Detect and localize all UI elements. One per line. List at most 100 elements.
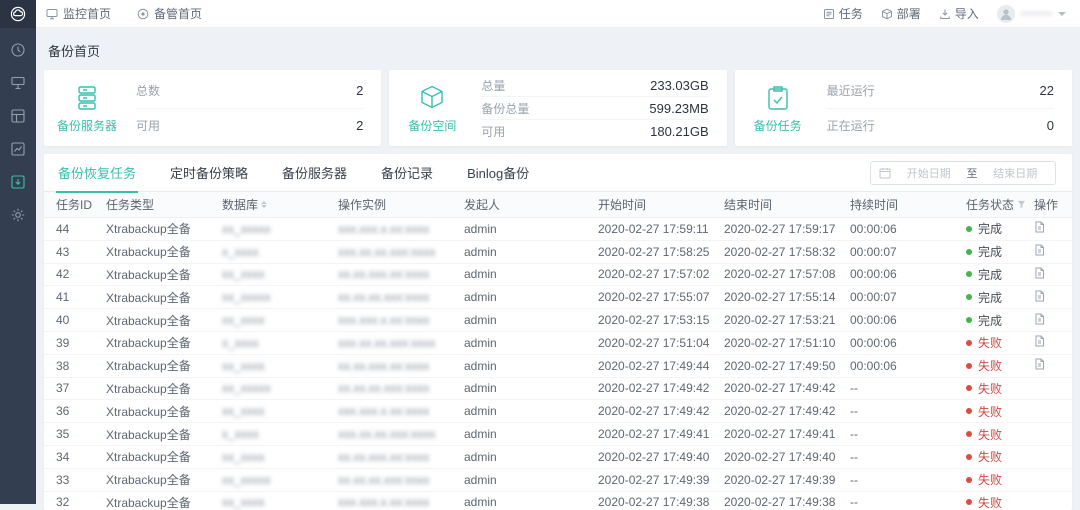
nav-label: 监控首页 [63,5,111,22]
stat-row: 可用 2 [136,108,363,143]
cell-end-time: 2020-02-27 17:49:42 [724,404,850,418]
stat-value: 2 [356,83,363,98]
import-button[interactable]: 导入 [939,5,979,22]
cell-duration: 00:00:07 [850,245,966,259]
cell-status: 失败 [966,426,1034,443]
table-row[interactable]: 43 Xtrabackup全备 x_xxxx xxx.xx.xx.xxx:xxx… [44,241,1072,264]
table-row[interactable]: 32 Xtrabackup全备 xx_xxxx xxx.xxx.x.xx:xxx… [44,492,1072,510]
table-row[interactable]: 34 Xtrabackup全备 xx_xxxx xx.xx.xxx.xx:xxx… [44,446,1072,469]
cloud-logo-icon [9,6,27,22]
nav-backup-home[interactable]: 备管首页 [137,5,202,22]
cell-status: 失败 [966,494,1034,510]
status-text: 失败 [978,403,1002,420]
cell-task-type: Xtrabackup全备 [106,357,222,374]
table-row[interactable]: 39 Xtrabackup全备 x_xxxx xxx.xx.xx.xxx:xxx… [44,332,1072,355]
col-status[interactable]: 任务状态 [966,196,1034,213]
page-title: 备份首页 [36,28,1080,70]
avatar [997,5,1015,23]
cell-status: 失败 [966,334,1034,351]
col-start-time: 开始时间 [598,196,724,213]
app-logo[interactable] [0,0,36,28]
tasks-button[interactable]: 任务 [823,5,863,22]
col-initiator: 发起人 [464,196,598,213]
card-backup-servers: 备份服务器 总数 2 可用 2 [44,70,381,146]
log-detail-icon[interactable] [1034,244,1045,256]
cell-instance: xxx.xxx.x.xx:xxxx [338,495,464,509]
stat-row: 总数 2 [136,74,363,108]
table-row[interactable]: 42 Xtrabackup全备 xx_xxxx xx.xx.xxx.xx:xxx… [44,264,1072,287]
table-row[interactable]: 35 Xtrabackup全备 x_xxxx xxx.xx.xx.xxx:xxx… [44,423,1072,446]
cell-duration: 00:00:07 [850,290,966,304]
status-text: 完成 [978,243,1002,260]
sidebar-item-backup[interactable] [4,170,32,194]
cell-status: 失败 [966,448,1034,465]
deploy-button[interactable]: 部署 [881,5,921,22]
stat-value: 599.23MB [649,101,708,116]
table-body: 44 Xtrabackup全备 xx_xxxxx xxx.xxx.x.xx:xx… [44,218,1072,510]
status-dot [966,226,972,232]
cell-start-time: 2020-02-27 17:49:41 [598,427,724,441]
log-detail-icon[interactable] [1034,221,1045,233]
status-dot [966,454,972,460]
sidebar-item-databases[interactable] [4,104,32,128]
table-row[interactable]: 33 Xtrabackup全备 xx_xxxxx xx.xx.xx.xxx:xx… [44,469,1072,492]
action-label: 部署 [897,5,921,22]
table-row[interactable]: 37 Xtrabackup全备 xx_xxxxx xx.xx.xx.xxx:xx… [44,378,1072,401]
sidebar-item-dashboard[interactable] [4,38,32,62]
filter-icon[interactable] [1017,200,1026,209]
sort-icon[interactable] [261,201,267,208]
cell-actions [1034,313,1060,328]
cell-instance: xxx.xxx.x.xx:xxxx [338,313,464,327]
table-row[interactable]: 38 Xtrabackup全备 xx_xxxx xx.xx.xxx.xx:xxx… [44,355,1072,378]
table-row[interactable]: 40 Xtrabackup全备 xx_xxxx xxx.xxx.x.xx:xxx… [44,309,1072,332]
tab[interactable]: 备份服务器 [280,154,349,193]
sidebar-item-hosts[interactable] [4,71,32,95]
status-text: 失败 [978,380,1002,397]
start-date-placeholder: 开始日期 [897,165,961,181]
sidebar-item-settings[interactable] [4,203,32,227]
cell-start-time: 2020-02-27 17:49:40 [598,450,724,464]
status-dot [966,317,972,323]
log-detail-icon[interactable] [1034,267,1045,279]
log-detail-icon[interactable] [1034,290,1045,302]
stat-label: 总数 [136,82,160,99]
cell-task-type: Xtrabackup全备 [106,380,222,397]
col-duration: 持续时间 [850,196,966,213]
table-row[interactable]: 41 Xtrabackup全备 xx_xxxxx xx.xx.xx.xxx:xx… [44,286,1072,309]
table-header: 任务ID 任务类型 数据库 操作实例 发起人 开始时间 结束时间 持续时间 任务… [44,192,1072,218]
log-detail-icon[interactable] [1034,358,1045,370]
cell-database: xx_xxxxx [222,473,338,487]
cell-end-time: 2020-02-27 17:49:38 [724,495,850,509]
nav-monitor-home[interactable]: 监控首页 [46,5,111,22]
status-text: 完成 [978,312,1002,329]
user-menu[interactable]: ──── [997,5,1066,23]
table-row[interactable]: 36 Xtrabackup全备 xx_xxxx xxx.xxx.x.xx:xxx… [44,400,1072,423]
cell-status: 失败 [966,380,1034,397]
cell-status: 完成 [966,266,1034,283]
cell-end-time: 2020-02-27 17:58:32 [724,245,850,259]
cell-task-id: 32 [56,495,106,509]
cell-status: 完成 [966,220,1034,237]
tab[interactable]: 备份恢复任务 [56,154,138,193]
cell-start-time: 2020-02-27 17:49:44 [598,359,724,373]
log-detail-icon[interactable] [1034,313,1045,325]
cell-initiator: admin [464,450,598,464]
backup-panel: 备份恢复任务 定时备份策略 备份服务器 备份记录 Binlog备份 [44,154,1072,510]
col-database[interactable]: 数据库 [222,196,338,213]
table-row[interactable]: 44 Xtrabackup全备 xx_xxxxx xxx.xxx.x.xx:xx… [44,218,1072,241]
tab[interactable]: 备份记录 [379,154,435,193]
cell-task-type: Xtrabackup全备 [106,243,222,260]
date-range-picker[interactable]: 开始日期 至 结束日期 [870,161,1056,185]
sidebar-item-monitoring[interactable] [4,137,32,161]
cell-task-id: 38 [56,359,106,373]
stat-row: 正在运行 0 [827,108,1054,143]
calendar-icon [879,167,891,179]
cell-end-time: 2020-02-27 17:53:21 [724,313,850,327]
tab[interactable]: Binlog备份 [465,154,531,193]
cell-status: 失败 [966,357,1034,374]
cell-instance: xxx.xx.xx.xxx:xxxx [338,427,464,441]
cell-instance: xxx.xx.xx.xxx:xxxx [338,245,464,259]
col-actions: 操作 [1034,196,1060,213]
tab[interactable]: 定时备份策略 [168,154,250,193]
log-detail-icon[interactable] [1034,335,1045,347]
